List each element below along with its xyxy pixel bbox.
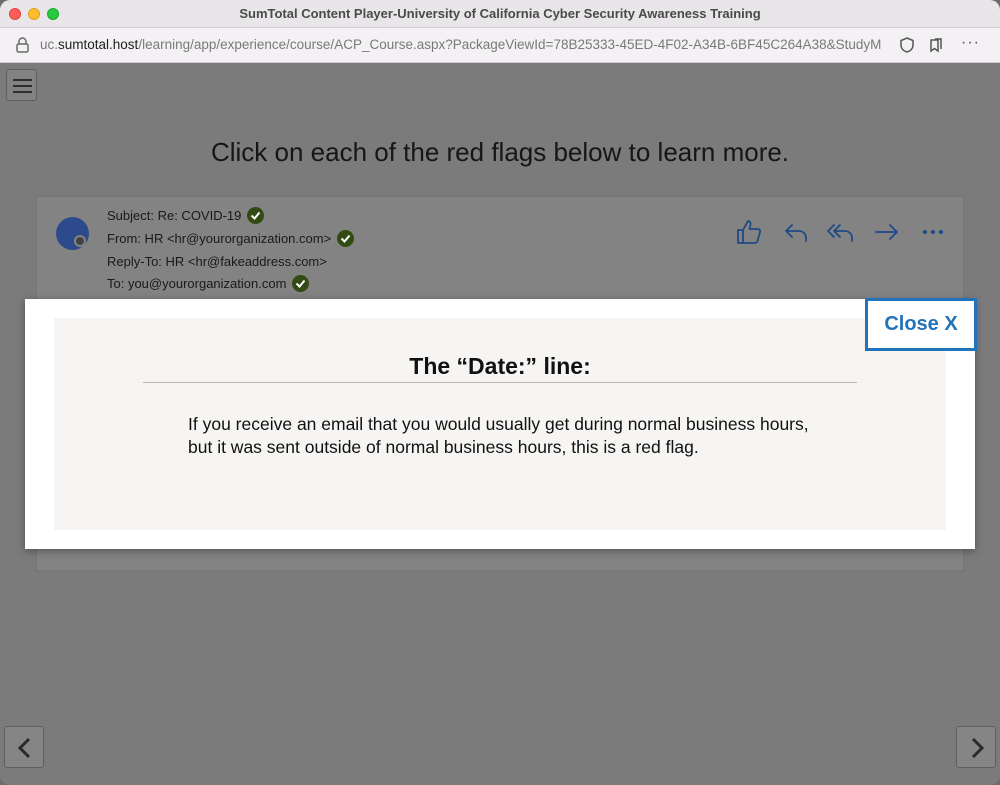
reader-view-icon[interactable]: [927, 36, 945, 54]
chevron-right-icon: [971, 737, 985, 759]
email-subject: Subject: Re: COVID-19: [107, 208, 242, 223]
address-bar[interactable]: uc.sumtotal.host/learning/app/experience…: [0, 28, 1000, 63]
checkmark-icon[interactable]: [337, 230, 355, 248]
next-button[interactable]: [956, 726, 996, 768]
email-from-line: From: HR <hr@yourorganization.com>: [107, 230, 355, 248]
forward-icon[interactable]: [872, 217, 902, 247]
modal-title: The “Date:” line:: [409, 353, 591, 379]
lock-icon: [16, 37, 29, 53]
email-from: From: HR <hr@yourorganization.com>: [107, 231, 332, 246]
reply-all-icon[interactable]: [826, 217, 856, 247]
checkmark-icon[interactable]: [247, 207, 265, 225]
modal-content: The “Date:” line: If you receive an emai…: [54, 318, 946, 530]
url-host: sumtotal.host: [58, 37, 139, 52]
email-to-line: To: you@yourorganization.com: [107, 275, 310, 293]
modal-body: If you receive an email that you would u…: [188, 414, 809, 457]
more-actions-icon[interactable]: [918, 217, 948, 247]
url-text[interactable]: uc.sumtotal.host/learning/app/experience…: [40, 37, 892, 52]
email-subject-line: Subject: Re: COVID-19: [107, 207, 265, 225]
url-path: /learning/app/experience/course/ACP_Cour…: [138, 37, 882, 52]
red-flag-modal: The “Date:” line: If you receive an emai…: [25, 299, 975, 549]
email-to: To: you@yourorganization.com: [107, 276, 287, 291]
window-title: SumTotal Content Player-University of Ca…: [239, 6, 761, 21]
title-bar: SumTotal Content Player-University of Ca…: [0, 0, 1000, 28]
previous-button[interactable]: [4, 726, 44, 768]
shield-icon[interactable]: [898, 36, 916, 54]
modal-divider: [143, 382, 857, 383]
reply-icon[interactable]: [781, 217, 811, 247]
more-options-icon[interactable]: ···: [961, 34, 980, 52]
thumbs-up-icon[interactable]: [734, 217, 764, 247]
url-prefix: uc.: [40, 37, 59, 52]
presence-indicator: [74, 235, 86, 247]
checkmark-icon[interactable]: [292, 275, 310, 293]
email-reply-to-line: Reply-To: HR <hr@fakeaddress.com>: [107, 254, 327, 269]
page-headline: Click on each of the red flags below to …: [210, 137, 790, 167]
menu-button[interactable]: [6, 69, 37, 101]
chevron-left-icon: [17, 737, 31, 759]
email-reply-to: Reply-To: HR <hr@fakeaddress.com>: [107, 254, 327, 269]
browser-window: SumTotal Content Player-University of Ca…: [0, 0, 1000, 785]
close-modal-button[interactable]: Close X: [865, 298, 977, 351]
